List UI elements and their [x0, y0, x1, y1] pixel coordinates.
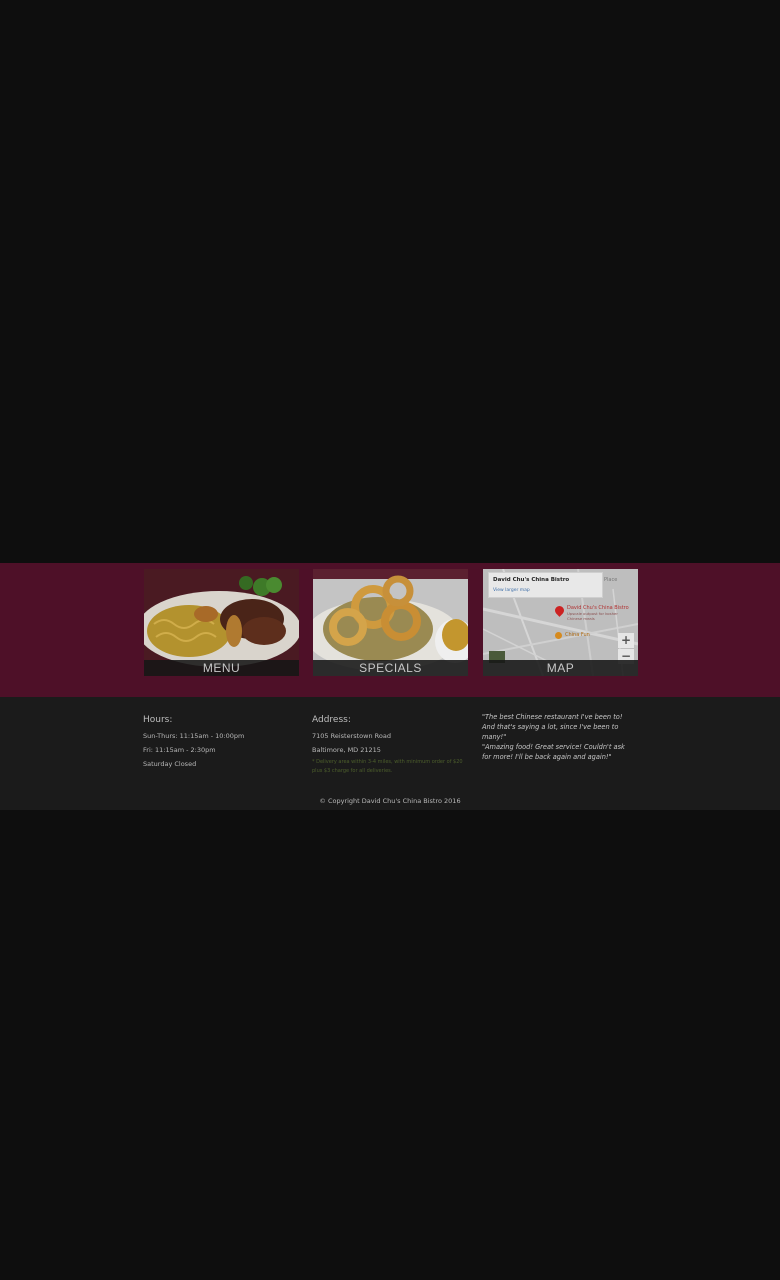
map-pin-sublabel: Upscale outpost for kosher Chinese meals	[567, 611, 618, 621]
map-places-label: Place	[604, 577, 618, 583]
map-pin2-icon[interactable]	[555, 632, 562, 639]
zoom-in-button[interactable]: +	[618, 633, 634, 648]
copyright-text: © Copyright David Chu's China Bistro 201…	[319, 797, 461, 805]
info-band: Hours: Sun-Thurs: 11:15am - 10:00pm Fri:…	[0, 697, 780, 810]
address-heading: Address:	[312, 715, 351, 725]
map-card-title: David Chu's China Bistro	[493, 577, 570, 583]
menu-tile[interactable]: MENU	[144, 569, 299, 676]
menu-label: MENU	[144, 660, 299, 676]
address-line: Baltimore, MD 21215	[312, 746, 381, 754]
hours-line: Saturday Closed	[143, 760, 197, 768]
testimonial: "Amazing food! Great service! Couldn't a…	[482, 743, 625, 761]
specials-label: SPECIALS	[313, 660, 468, 676]
map-pin2-label: China Fun	[565, 632, 590, 638]
hours-line: Sun-Thurs: 11:15am - 10:00pm	[143, 732, 245, 740]
tiles-band: MENU SPECIALS David Chu's China Bistro V…	[0, 563, 780, 697]
map-info-card: David Chu's China Bistro View larger map	[488, 572, 603, 598]
view-larger-map-link[interactable]: View larger map	[493, 588, 530, 593]
address-line: 7105 Reisterstown Road	[312, 732, 391, 740]
delivery-note: * Delivery area within 3-4 miles, with m…	[312, 759, 463, 774]
hours-heading: Hours:	[143, 715, 173, 725]
map-label: MAP	[483, 660, 638, 676]
map-tile[interactable]: David Chu's China Bistro View larger map…	[483, 569, 638, 676]
testimonial: "The best Chinese restaurant I've been t…	[482, 713, 623, 741]
hours-line: Fri: 11:15am - 2:30pm	[143, 746, 216, 754]
specials-tile[interactable]: SPECIALS	[313, 569, 468, 676]
